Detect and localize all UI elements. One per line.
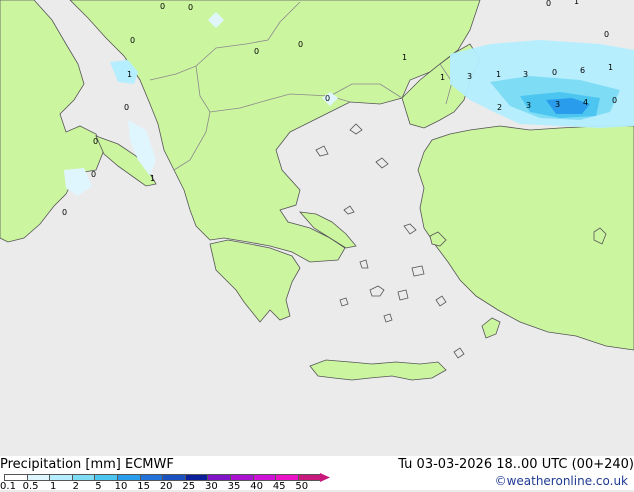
point-label: 3	[523, 70, 528, 79]
point-label: 0	[91, 170, 96, 179]
scale-swatch	[4, 474, 27, 481]
scale-label: 30	[205, 481, 218, 492]
scale-label: 2	[72, 481, 79, 492]
point-label: 0	[612, 96, 617, 105]
point-label: 0	[160, 2, 165, 11]
point-label: 0	[604, 30, 609, 39]
scale-swatch	[94, 474, 117, 481]
scale-swatch	[184, 474, 208, 481]
scale-label: 0.5	[22, 481, 39, 492]
point-label: 0	[552, 68, 557, 77]
scale-label: 35	[227, 481, 241, 492]
scale-label: 10	[114, 481, 128, 492]
point-label: 6	[580, 66, 585, 75]
point-label: 3	[467, 72, 472, 81]
valid-time: Tu 03-03-2026 18..00 UTC (00+240)	[398, 457, 634, 472]
point-label: 4	[583, 98, 588, 107]
scale-label: 50	[295, 481, 309, 492]
point-label: 0	[130, 36, 135, 45]
point-label: 0	[124, 103, 129, 112]
scale-label: 0.1	[0, 481, 16, 492]
point-label: 0	[62, 208, 67, 217]
scale-swatch	[139, 474, 163, 481]
scale-label: 25	[182, 481, 196, 492]
scale-swatch	[297, 474, 321, 481]
scale-swatch	[229, 474, 253, 481]
scale-swatch	[49, 474, 72, 481]
scale-label: 5	[95, 481, 102, 492]
scale-label: 1	[50, 481, 57, 492]
point-label: 1	[127, 70, 132, 79]
point-label: 0	[325, 94, 330, 103]
point-label: 1	[150, 174, 155, 183]
scale-swatch	[162, 474, 185, 481]
point-label: 1	[574, 0, 579, 6]
point-label: 2	[497, 103, 502, 112]
scale-swatch	[26, 474, 50, 481]
point-label: 1	[402, 53, 407, 62]
point-label: 1	[496, 70, 501, 79]
scale-swatch	[252, 474, 276, 481]
color-scale	[4, 474, 321, 481]
point-label: 0	[298, 40, 303, 49]
map-title: Precipitation [mm] ECMWF	[0, 457, 174, 472]
point-label: 1	[608, 63, 613, 72]
scale-swatch	[116, 474, 140, 481]
scale-swatch	[275, 474, 298, 481]
scale-label: 15	[137, 481, 150, 492]
point-label: 3	[555, 100, 560, 109]
scale-label: 40	[250, 481, 263, 492]
scale-swatch	[207, 474, 230, 481]
credit-link[interactable]: ©weatheronline.co.uk	[495, 474, 628, 488]
point-label: 0	[254, 47, 259, 56]
point-label: 0	[93, 137, 98, 146]
point-label: 3	[526, 101, 531, 110]
point-label: 0	[546, 0, 551, 8]
point-label: 0	[188, 3, 193, 12]
scale-label: 20	[159, 481, 173, 492]
scale-swatch	[71, 474, 95, 481]
point-label: 1	[440, 73, 445, 82]
precipitation-map: 0 0 0 0 1 0 0 0 1 0 0 1 0 1 3 1 3 0 6 1 …	[0, 0, 634, 456]
footer-bar: Precipitation [mm] ECMWF Tu 03-03-2026 1…	[0, 456, 634, 492]
scale-label: 45	[272, 481, 286, 492]
